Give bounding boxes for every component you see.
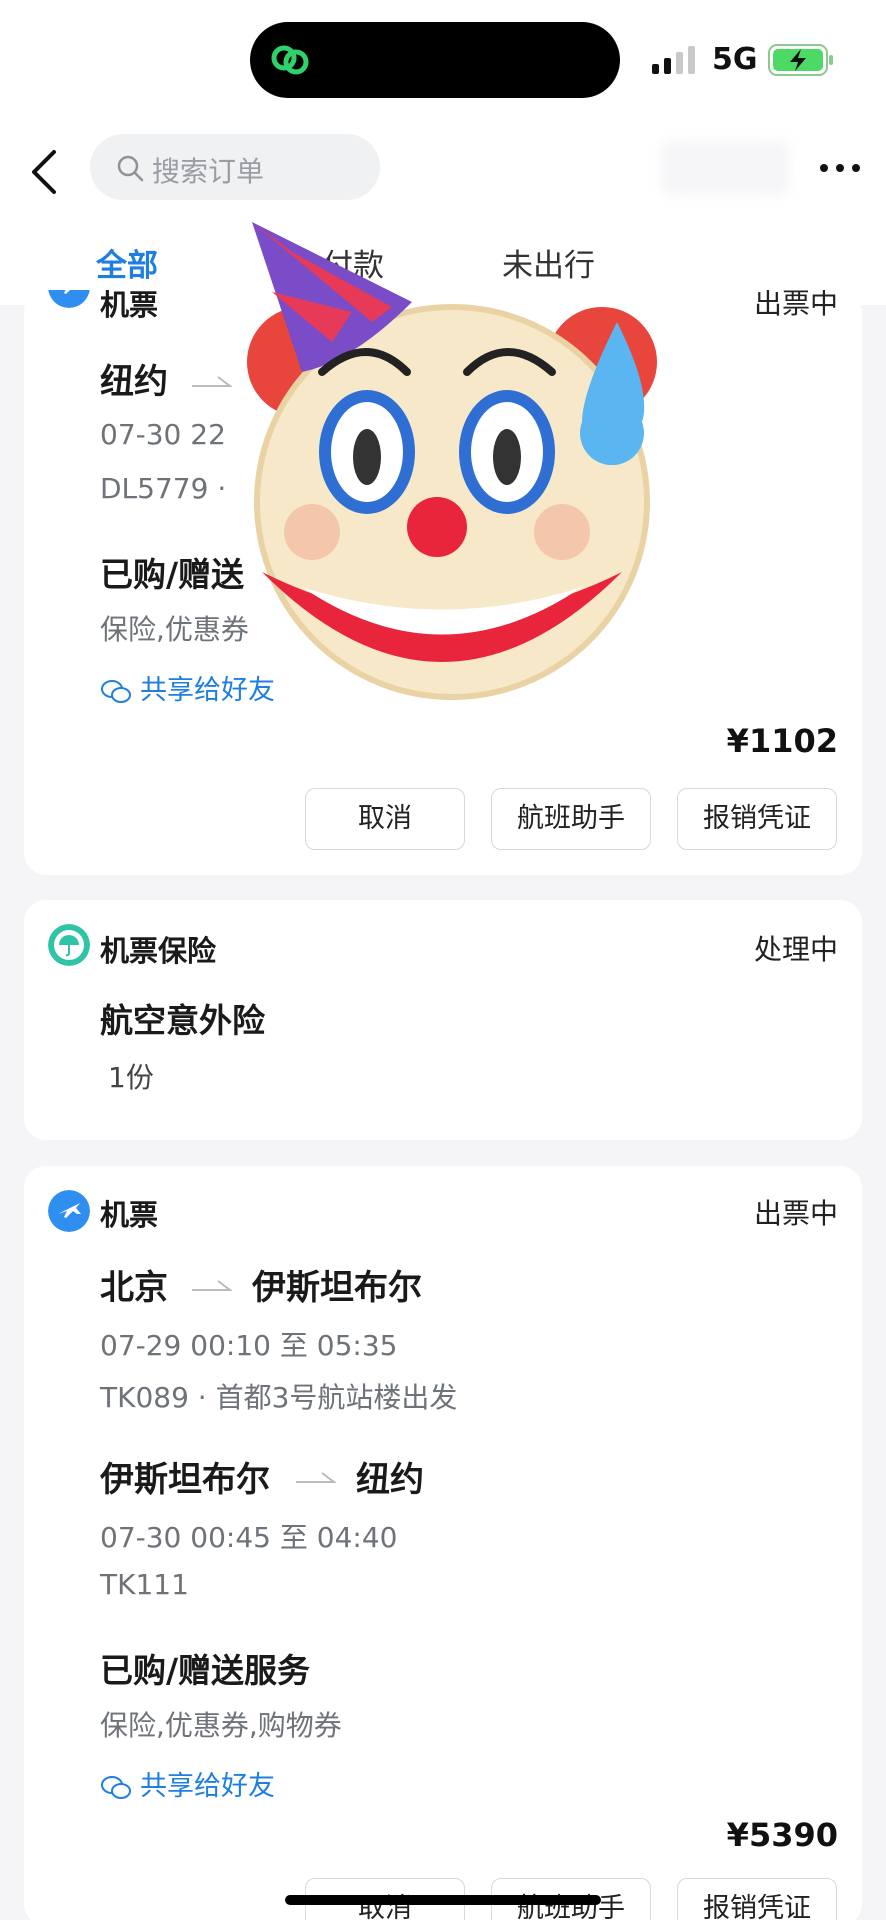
route-arrow-icon	[192, 376, 232, 387]
flight-time: 07-30 22	[100, 418, 226, 451]
plane-icon	[48, 290, 90, 308]
home-indicator	[285, 1895, 601, 1905]
battery-charging-icon	[768, 44, 833, 76]
more-icon[interactable]	[816, 158, 864, 178]
link-icon	[271, 45, 309, 75]
share-label: 共享给好友	[140, 1771, 275, 1802]
tab-all[interactable]: 全部	[96, 240, 158, 285]
flight-number: DL5779 ·	[100, 472, 227, 505]
order-status: 处理中	[753, 933, 838, 966]
order-card-flight[interactable]: 机票 出票中 北京 伊斯坦布尔 07-29 00:10 至 05:35 TK08…	[24, 1166, 862, 1920]
search-input[interactable]: 搜索订单	[90, 134, 380, 200]
departure-city: 伊斯坦布尔	[100, 1460, 270, 1500]
services-list: 保险,优惠券,购物券	[100, 1709, 342, 1742]
route-arrow-icon	[192, 1280, 232, 1291]
services-title: 已购/赠送	[100, 555, 245, 594]
route-arrow-icon	[296, 1472, 336, 1483]
redacted-area	[660, 140, 790, 196]
signal-icon	[652, 46, 695, 74]
order-price: ¥1102	[726, 722, 838, 760]
reimbursement-button[interactable]: 报销凭证	[677, 1878, 837, 1920]
share-link[interactable]: 共享给好友	[100, 1764, 275, 1803]
departure-city: 北京	[100, 1268, 168, 1308]
flight-assistant-button[interactable]: 航班助手	[491, 788, 651, 850]
departure-city: 纽约	[100, 362, 168, 402]
arrival-city: 伊斯坦布尔	[252, 1268, 422, 1308]
insurance-quantity: 1份	[108, 1061, 154, 1094]
wechat-icon	[101, 1775, 131, 1799]
cancel-button[interactable]: 取消	[305, 788, 465, 850]
insurance-product: 航空意外险	[100, 1001, 265, 1040]
clown-emoji-sticker	[247, 222, 657, 700]
order-type: 机票	[100, 290, 159, 322]
status-bar: 5G	[0, 0, 886, 120]
back-arrow-icon[interactable]	[24, 146, 64, 198]
flight-time: 07-29 00:10 至 05:35	[100, 1329, 398, 1362]
umbrella-icon	[48, 924, 90, 966]
services-title: 已购/赠送服务	[100, 1651, 311, 1690]
flight-number: TK089 · 首都3号航站楼出发	[100, 1381, 458, 1414]
network-type: 5G	[712, 42, 758, 77]
reimbursement-button[interactable]: 报销凭证	[677, 788, 837, 850]
flight-time: 07-30 00:45 至 04:40	[100, 1521, 398, 1554]
order-price: ¥5390	[726, 1816, 838, 1854]
services-list: 保险,优惠券	[100, 613, 249, 646]
order-type: 机票	[100, 1198, 159, 1232]
order-type: 机票保险	[100, 934, 217, 968]
dynamic-island	[250, 22, 620, 98]
order-status: 出票中	[753, 1197, 838, 1230]
plane-icon	[48, 1190, 90, 1232]
order-status: 出票中	[753, 290, 838, 320]
search-placeholder: 搜索订单	[152, 155, 265, 188]
arrival-city: 纽约	[356, 1460, 424, 1500]
flight-number: TK111	[100, 1568, 189, 1601]
wechat-icon	[101, 679, 131, 703]
order-card-insurance[interactable]: 机票保险 处理中 航空意外险 1份	[24, 900, 862, 1140]
search-icon	[117, 155, 144, 182]
